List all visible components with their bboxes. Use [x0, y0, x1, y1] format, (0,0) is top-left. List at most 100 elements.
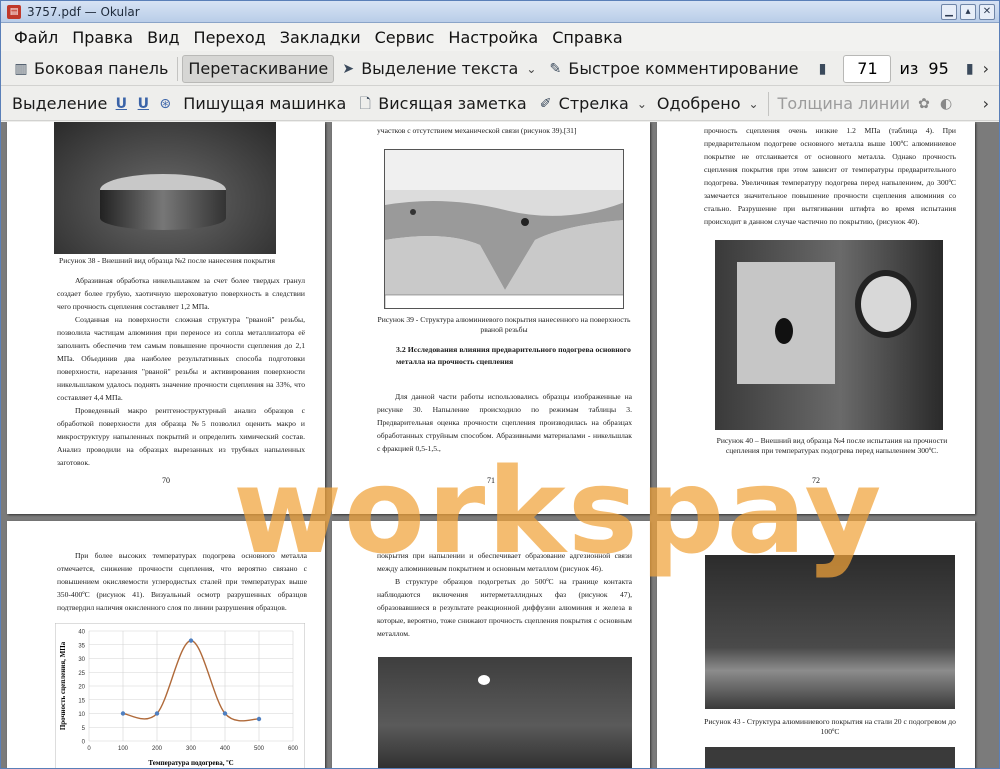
pdf-icon: ▤ — [7, 4, 21, 19]
menu-settings[interactable]: Настройка — [441, 28, 545, 47]
paragraph: прочность сцепления очень низкие 1.2 МПа… — [704, 126, 956, 226]
minimize-icon[interactable]: ▁ — [941, 4, 957, 20]
previous-page-icon[interactable]: ▮ — [813, 60, 831, 78]
menu-tools[interactable]: Сервис — [368, 28, 442, 47]
y-tick-label: 10 — [78, 712, 85, 718]
data-point — [188, 638, 194, 643]
text-select-label: Выделение текста — [361, 59, 519, 78]
arrow-label: Стрелка — [558, 94, 629, 113]
figure-caption: Рисунок 39 - Структура алюминиевого покр… — [377, 315, 631, 334]
text-select-button[interactable]: ➤ Выделение текста ⌄ — [334, 55, 541, 83]
note-icon: 🗋 — [359, 95, 371, 112]
paragraph: В структуре образцов подогретых до 500ºС… — [377, 577, 632, 638]
x-tick-label: 200 — [152, 746, 163, 752]
y-tick-label: 30 — [78, 657, 85, 663]
separator — [177, 56, 179, 81]
title-bar: ▤ 3757.pdf — Okular ▁ ▴ ✕ — [1, 1, 999, 23]
data-point — [256, 716, 262, 722]
next-page-icon[interactable]: ▮ — [961, 60, 979, 78]
browse-tool-button[interactable]: Перетаскивание — [182, 54, 335, 83]
color-icon[interactable]: ✿ — [915, 95, 933, 113]
window-title: 3757.pdf — Okular — [27, 4, 140, 19]
strikeout-icon[interactable]: ⊛ — [156, 95, 174, 113]
quick-annotation-label: Быстрое комментирование — [568, 59, 799, 78]
section-heading: 3.2 Исследования влияния предварительног… — [396, 345, 631, 366]
x-tick-label: 500 — [254, 746, 265, 752]
highlight-tool-button[interactable]: Выделение — [7, 90, 112, 118]
separator — [767, 91, 769, 116]
microstructure-photo — [378, 657, 632, 768]
figure-caption: Рисунок 40 – Внешний вид образца №4 посл… — [716, 436, 948, 455]
figure-caption: Рисунок 38 - Внешний вид образца №2 посл… — [59, 256, 275, 265]
y-tick-label: 35 — [78, 643, 85, 649]
toolbar-overflow-icon[interactable]: › — [983, 59, 989, 78]
page-number-input[interactable]: 71 — [843, 54, 892, 83]
x-tick-label: 400 — [220, 746, 231, 752]
strength-chart: 0510152025303540 0 100 200 300 400 500 600 Про… — [55, 623, 305, 768]
stamp-label: Одобрено — [656, 94, 741, 113]
maximize-icon[interactable]: ▴ — [960, 4, 976, 20]
page-number: 72 — [812, 476, 820, 485]
opacity-icon[interactable]: ◐ — [937, 95, 955, 113]
data-point — [120, 711, 126, 716]
paragraph: Абразивная обработка никельшлаком за сче… — [57, 276, 305, 311]
menu-view[interactable]: Вид — [140, 28, 186, 47]
test-sample-photo — [715, 240, 943, 430]
sidebar-label: Боковая панель — [34, 59, 169, 78]
data-point — [154, 711, 160, 716]
close-icon[interactable]: ✕ — [979, 4, 995, 20]
menu-go[interactable]: Переход — [187, 28, 273, 47]
menu-help[interactable]: Справка — [545, 28, 630, 47]
quick-annotation-button[interactable]: ✎ Быстрое комментирование — [541, 55, 803, 83]
menu-file[interactable]: Файл — [7, 28, 65, 47]
typewriter-button[interactable]: Пишущая машинка — [178, 90, 351, 118]
microstructure-photo — [705, 747, 955, 768]
annotation-toolbar: Выделение U U ⊛ Пишущая машинка 🗋 Висяща… — [1, 87, 999, 121]
chevron-down-icon[interactable]: ⌄ — [748, 97, 758, 111]
figure-caption: Рисунок 43 - Структура алюминиевого покр… — [704, 717, 956, 736]
sidebar-icon: ▥ — [14, 60, 28, 77]
line-width-button[interactable]: Толщина линии — [773, 90, 916, 118]
page-71: участков с отсутствием механической связ… — [332, 122, 650, 514]
document-view[interactable]: Рисунок 38 - Внешний вид образца №2 посл… — [1, 122, 999, 768]
x-axis-label: Температура подогрева, ºС — [148, 759, 233, 767]
y-axis-label: Прочность сцепления, МПа — [59, 641, 67, 730]
paragraph: покрытия при напылении и обеспечивает об… — [377, 551, 632, 573]
chevron-down-icon[interactable]: ⌄ — [637, 97, 647, 111]
x-tick-label: 300 — [186, 746, 197, 752]
cursor-icon: ➤ — [342, 60, 355, 77]
chevron-down-icon[interactable]: ⌄ — [526, 62, 536, 76]
x-tick-label: 600 — [288, 746, 299, 752]
line-width-label: Толщина линии — [777, 94, 911, 113]
pencil-icon: ✐ — [539, 95, 552, 112]
page-74: покрытия при напылении и обеспечивает об… — [332, 521, 650, 768]
popup-note-button[interactable]: 🗋 Висящая заметка — [351, 90, 531, 118]
y-tick-label: 40 — [78, 630, 85, 636]
page-75: Рисунок 43 - Структура алюминиевого покр… — [657, 521, 975, 768]
toolbar-overflow-icon[interactable]: › — [983, 94, 989, 113]
microstructure-photo — [384, 149, 624, 309]
main-toolbar: ▥ Боковая панель Перетаскивание ➤ Выделе… — [1, 52, 999, 86]
page-of-label: из — [899, 59, 919, 78]
page-number: 70 — [162, 476, 170, 485]
menu-bar: Файл Правка Вид Переход Закладки Сервис … — [1, 23, 999, 51]
page-72: прочность сцепления очень низкие 1.2 МПа… — [657, 122, 975, 514]
squiggle-icon[interactable]: U — [134, 95, 152, 113]
pen-icon: ✎ — [549, 60, 562, 77]
sidebar-button[interactable]: ▥ Боковая панель — [7, 55, 173, 83]
paragraph: При более высоких температурах подогрева… — [57, 551, 307, 612]
data-point — [222, 711, 228, 716]
arrow-tool-button[interactable]: ✐ Стрелка ⌄ — [532, 90, 652, 118]
stamp-tool-button[interactable]: Одобрено ⌄ — [652, 90, 764, 118]
y-tick-label: 20 — [78, 685, 85, 691]
highlight-label: Выделение — [12, 94, 108, 113]
underline-icon[interactable]: U — [112, 95, 130, 113]
menu-bookmarks[interactable]: Закладки — [273, 28, 368, 47]
popup-note-label: Висящая заметка — [378, 94, 527, 113]
paragraph: Проведенный макро рентгеноструктурный ан… — [57, 406, 305, 467]
x-tick-label: 100 — [118, 746, 129, 752]
page-total-label: 95 — [928, 59, 949, 78]
menu-edit[interactable]: Правка — [65, 28, 140, 47]
paragraph: Для данной части работы использовались о… — [377, 392, 632, 453]
page-70: Рисунок 38 - Внешний вид образца №2 посл… — [7, 122, 325, 514]
